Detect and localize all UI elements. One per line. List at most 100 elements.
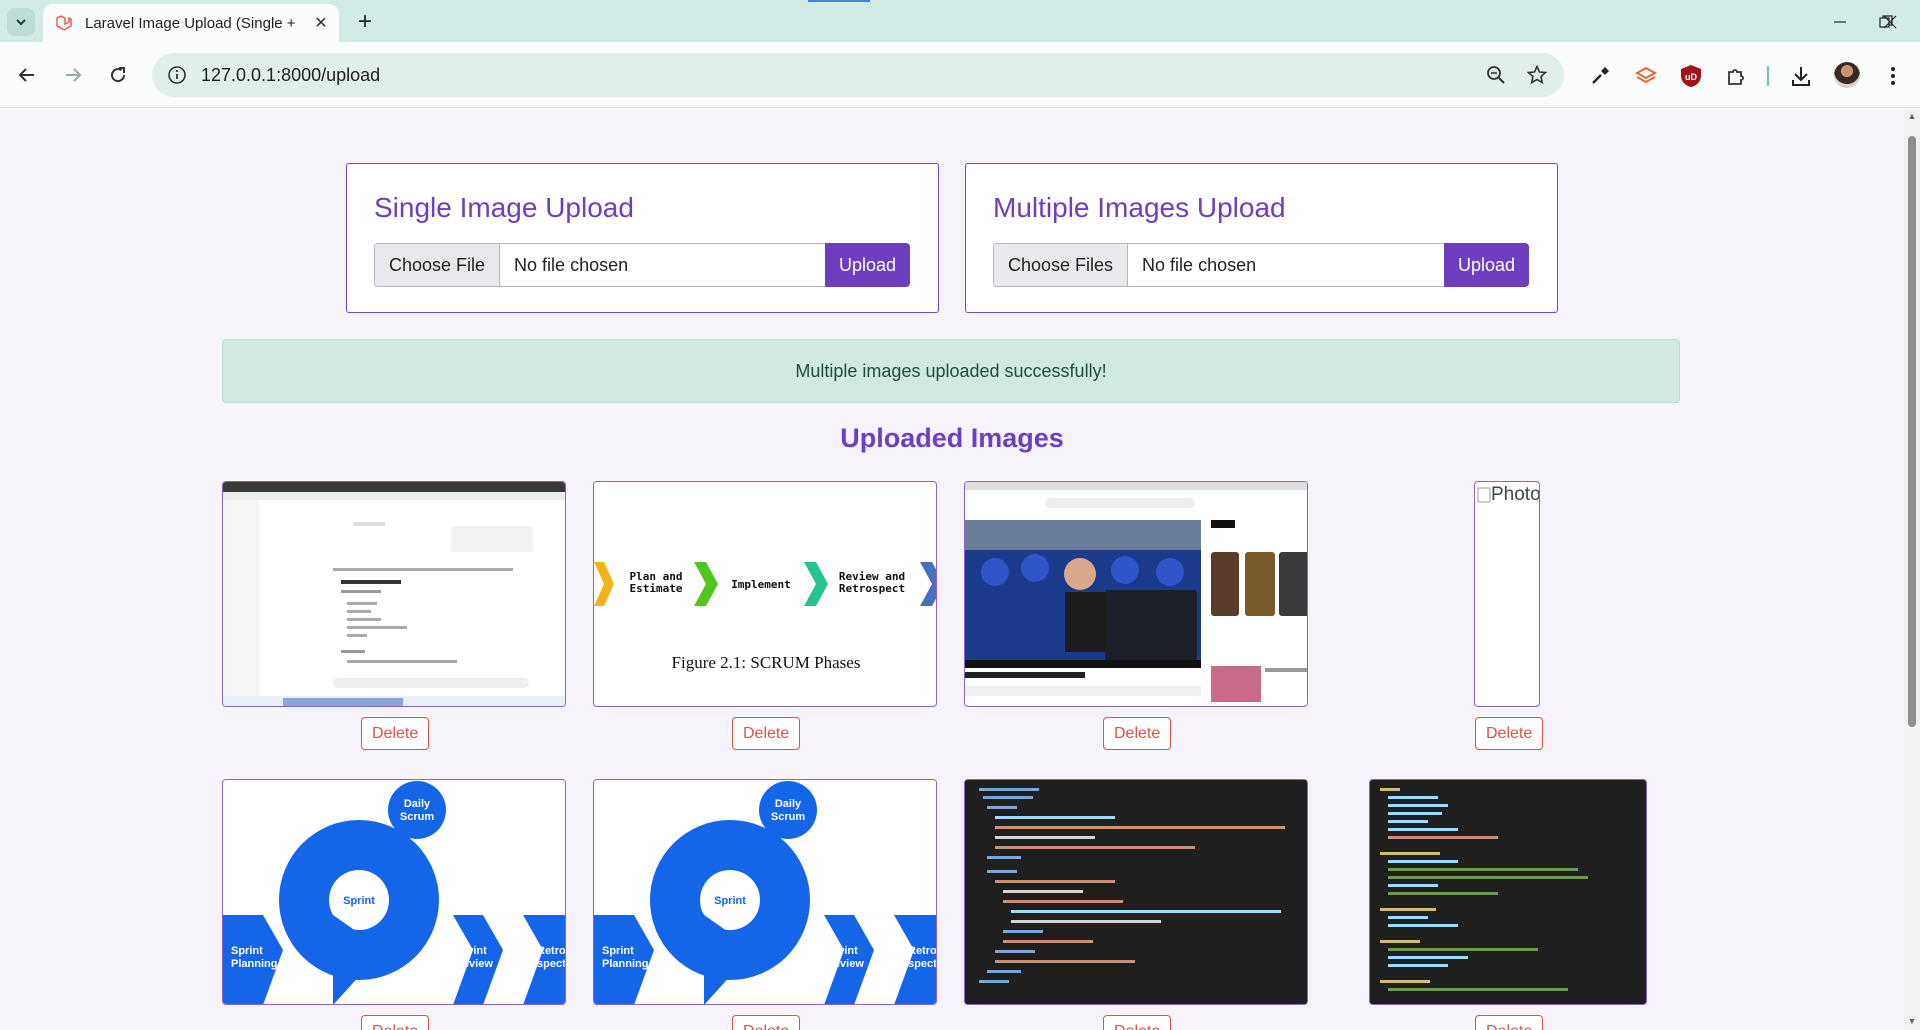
zoom-icon[interactable] [1484,63,1508,87]
multiple-upload-card: Multiple Images Upload Choose Files No f… [965,163,1558,313]
menu-kebab-icon[interactable] [1880,63,1906,89]
uploaded-image-6[interactable]: Daily Scrum Sprint Sprint Planning Sprin… [593,779,937,1005]
broken-image-alt: Photo [1477,484,1540,506]
retro-text: Retro- [537,945,566,957]
single-upload-card: Single Image Upload Choose File No file … [346,163,939,313]
choose-files-button[interactable]: Choose Files [994,244,1129,286]
bookmark-star-icon[interactable] [1525,63,1549,87]
extensions-puzzle-icon[interactable] [1723,63,1749,89]
spective-text: spective [908,958,937,970]
svg-text:uD: uD [1685,72,1697,82]
choose-file-button[interactable]: Choose File [375,244,501,286]
multiple-upload-button[interactable]: Upload [1444,243,1530,287]
scrum-text: Scrum [771,811,805,823]
delete-image-7-button[interactable]: Delete [1103,1015,1172,1030]
toolbar-divider [1767,66,1769,86]
multiple-file-status: No file chosen [1142,254,1257,275]
sprint-cycle-diagram: Daily Scrum Sprint Sprint Planning Sprin… [594,780,937,1004]
figure-caption: Figure 2.1: SCRUM Phases [672,653,861,672]
phase-estimate-text: Estimate [630,582,683,595]
multiple-upload-form: Choose Files No file chosen Upload [993,243,1530,287]
sprint-review-label-text: Sprint [826,945,858,957]
delete-image-5-button[interactable]: Delete [361,1015,430,1030]
close-icon [1883,15,1897,29]
single-file-input[interactable]: Choose File No file chosen [374,243,825,287]
page-content: Single Image Upload Choose File No file … [0,108,1904,1030]
browser-tab-bar: Laravel Image Upload (Single + ✕ + [0,0,1920,42]
profile-avatar[interactable] [1834,62,1860,88]
daily-text: Daily [404,798,431,810]
delete-image-3-button[interactable]: Delete [1103,717,1172,750]
scrum-text: Scrum [400,811,434,823]
address-bar[interactable]: 127.0.0.1:8000/upload [152,53,1564,97]
reload-button[interactable] [101,58,135,92]
tab-search-button[interactable] [7,8,35,36]
review-text: Review [826,958,864,970]
success-alert: Multiple images uploaded successfully! [222,339,1680,403]
single-upload-form: Choose File No file chosen Upload [374,243,911,287]
browser-toolbar: 127.0.0.1:8000/upload uD [0,42,1920,108]
layers-extension-icon[interactable] [1633,63,1659,89]
scrum-phases-figure: Plan and Estimate Implement Review and R… [594,482,936,706]
delete-image-2-button[interactable]: Delete [732,717,801,750]
scroll-down-arrow[interactable]: ▼ [1907,1016,1917,1026]
new-tab-button[interactable]: + [352,8,378,35]
chevron-down-icon [16,19,26,26]
uploaded-image-3[interactable] [964,481,1308,707]
reload-icon [111,67,126,83]
minimize-button[interactable] [1823,8,1857,36]
download-icon[interactable] [1788,63,1814,89]
multiple-file-input[interactable]: Choose Files No file chosen [993,243,1444,287]
minimize-icon [1834,21,1846,23]
delete-image-4-button[interactable]: Delete [1475,717,1544,750]
uploaded-image-5[interactable]: Daily Scrum Sprint Sprint Planning Sprin… [222,779,566,1005]
page-scrollbar[interactable]: ▲ ▼ [1904,108,1920,1030]
phase-retrospect-text: Retrospect [839,582,905,595]
eyedropper-extension-icon[interactable] [1587,63,1613,89]
arrow-left-icon [18,68,34,82]
multiple-upload-title: Multiple Images Upload [993,192,1286,223]
tab-title: Laravel Image Upload (Single + [85,14,296,32]
planning-text: Planning [602,958,648,970]
review-text: Review [455,958,493,970]
forward-button[interactable] [56,58,90,92]
code-screenshot-thumbnail [965,780,1307,1004]
spective-text: spective [537,958,566,970]
laravel-icon [56,15,72,31]
back-button[interactable] [10,58,44,92]
site-info-icon[interactable] [167,65,187,85]
url-text: 127.0.0.1:8000/upload [201,64,381,85]
sprint-cycle-diagram: Daily Scrum Sprint Sprint Planning Sprin… [223,780,566,1004]
retro-text: Retro- [908,945,937,957]
single-upload-title: Single Image Upload [374,192,634,223]
close-window-button[interactable] [1873,8,1907,36]
delete-image-8-button[interactable]: Delete [1475,1015,1544,1030]
video-screenshot-thumbnail [965,482,1307,706]
ublock-extension-icon[interactable]: uD [1678,63,1704,89]
screenshot-thumbnail [223,482,565,706]
uploaded-image-7[interactable] [964,779,1308,1005]
code-screenshot-thumbnail [1370,780,1646,1004]
broken-image-alt-text: Photo [1491,484,1540,505]
uploaded-image-4-broken[interactable]: Photo [1474,481,1540,707]
sprint-text: Sprint [343,895,375,907]
broken-image-icon [1477,487,1491,503]
uploaded-image-2[interactable]: Plan and Estimate Implement Review and R… [593,481,937,707]
sprint-review-label-text: Sprint [455,945,487,957]
scroll-up-arrow[interactable]: ▲ [1907,111,1917,121]
scrollbar-thumb[interactable] [1908,136,1916,727]
browser-tab-active[interactable]: Laravel Image Upload (Single + ✕ [43,4,339,42]
single-file-status: No file chosen [514,254,629,275]
uploaded-images-title: Uploaded Images [840,423,1064,453]
uploaded-image-1[interactable] [222,481,566,707]
delete-image-1-button[interactable]: Delete [361,717,430,750]
phase-implement-text: Implement [731,578,791,591]
single-upload-button[interactable]: Upload [825,243,911,287]
sprint-text: Sprint [714,895,746,907]
sprint-label-text: Sprint [602,945,634,957]
loading-indicator [808,0,870,2]
uploaded-image-8[interactable] [1369,779,1647,1005]
arrow-right-icon [66,68,82,82]
tab-close-icon[interactable]: ✕ [311,13,331,33]
delete-image-6-button[interactable]: Delete [732,1015,801,1030]
